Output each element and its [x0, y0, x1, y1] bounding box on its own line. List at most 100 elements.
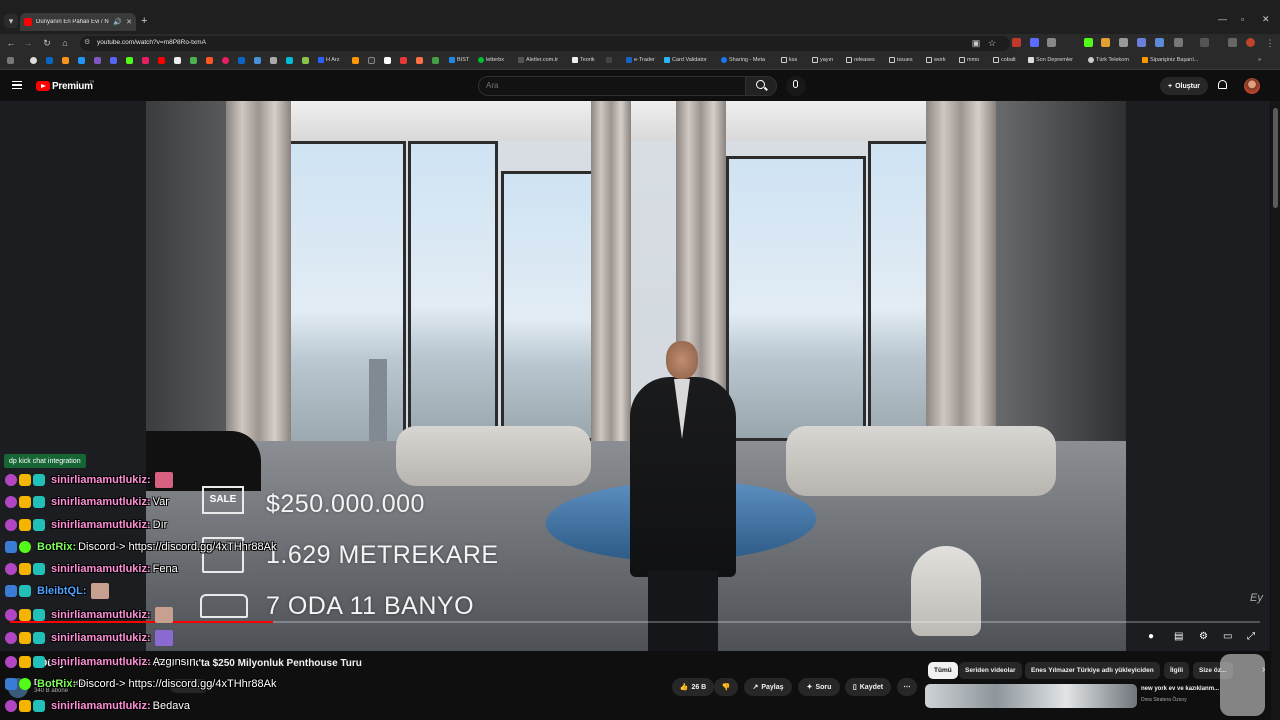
- youtube-logo-icon[interactable]: [36, 81, 50, 91]
- extension-icon[interactable]: [1119, 38, 1128, 47]
- bookmark-teorik[interactable]: Teorik: [572, 57, 595, 63]
- browser-menu-icon[interactable]: ⋮: [1264, 38, 1276, 49]
- more-actions-button[interactable]: ⋯: [897, 678, 917, 696]
- forward-icon[interactable]: →: [22, 38, 34, 48]
- bookmark-icon[interactable]: [416, 57, 423, 64]
- bookmark-card-validator[interactable]: Card Validator: [664, 57, 707, 63]
- bookmark-yt[interactable]: [606, 57, 612, 63]
- tab-audio-icon[interactable]: 🔊: [113, 18, 122, 26]
- channel-watermark[interactable]: Ey: [1250, 592, 1263, 604]
- x-icon[interactable]: [174, 57, 181, 64]
- home-icon[interactable]: ⌂: [59, 38, 71, 48]
- site-info-icon[interactable]: ⚙: [84, 38, 90, 46]
- apps-icon[interactable]: [7, 57, 14, 64]
- bookmark-letterbx[interactable]: letterbx: [478, 57, 504, 63]
- bookmark-folder-kss[interactable]: kss: [781, 57, 797, 63]
- back-icon[interactable]: ←: [5, 38, 17, 48]
- bookmark-e-trader[interactable]: e-Trader: [626, 57, 655, 63]
- chip-series[interactable]: Seriden videolar: [959, 662, 1022, 679]
- tab-search-button[interactable]: ▾: [4, 14, 18, 28]
- side-panel-icon[interactable]: [1200, 38, 1209, 47]
- minimize-window-icon[interactable]: —: [1218, 14, 1227, 24]
- bookmark-turk-telekom[interactable]: Türk Telekom: [1088, 57, 1129, 63]
- install-app-icon[interactable]: ▣: [970, 38, 982, 49]
- chip-all[interactable]: Tümü: [928, 662, 958, 679]
- bookmark-icon[interactable]: [78, 57, 85, 64]
- bookmark-icon[interactable]: [190, 57, 197, 64]
- bookmark-icon[interactable]: [352, 57, 359, 64]
- ask-button[interactable]: ✦ Soru: [798, 678, 840, 696]
- recommended-channel[interactable]: Dora Stratera Özsoy: [1141, 697, 1187, 703]
- youtube-premium-logo[interactable]: Premium: [52, 81, 93, 92]
- chip-uploader[interactable]: Enes Yılmazer Türkiye adlı yükleyiciden: [1025, 662, 1160, 679]
- menu-icon[interactable]: [12, 81, 22, 89]
- save-button[interactable]: ▯ Kaydet: [845, 678, 891, 696]
- bookmark-folder-mmo[interactable]: mmo: [959, 57, 979, 63]
- share-button[interactable]: ↗ Paylaş: [744, 678, 792, 696]
- maximize-window-icon[interactable]: ▫: [1241, 14, 1244, 24]
- bookmark-icon[interactable]: [400, 57, 407, 64]
- notifications-bell-icon[interactable]: [1218, 80, 1227, 89]
- bookmark-folder-cobalt[interactable]: cobalt: [993, 57, 1016, 63]
- new-tab-button[interactable]: +: [141, 15, 147, 27]
- bookmark-icon[interactable]: [432, 57, 439, 64]
- bookmark-icon[interactable]: [94, 57, 101, 64]
- bookmark-folder-yayin[interactable]: yayın: [812, 57, 833, 63]
- search-input[interactable]: [486, 81, 736, 90]
- chip-related[interactable]: İlgili: [1164, 662, 1189, 679]
- autoplay-toggle-icon[interactable]: ●: [1148, 631, 1154, 642]
- like-button[interactable]: 👍 26 B: [672, 678, 714, 696]
- bookmark-siparisiniz[interactable]: Siparişiniz Başarıl...: [1142, 57, 1198, 63]
- bookmark-star-icon[interactable]: ☆: [986, 38, 998, 49]
- extension-icon[interactable]: [1030, 38, 1039, 47]
- linkedin-icon[interactable]: [46, 57, 53, 64]
- subtitles-icon[interactable]: ▤: [1174, 631, 1183, 642]
- linkedin-icon[interactable]: [238, 57, 245, 64]
- extension-icon[interactable]: [1228, 38, 1237, 47]
- address-bar[interactable]: [80, 36, 1010, 51]
- bookmark-icon[interactable]: [302, 57, 309, 64]
- extension-icon[interactable]: [1084, 38, 1093, 47]
- account-avatar[interactable]: [1244, 78, 1260, 94]
- bookmark-icon[interactable]: [206, 57, 213, 64]
- create-button[interactable]: + Oluştur: [1160, 77, 1208, 95]
- extension-icon[interactable]: [1155, 38, 1164, 47]
- extension-icon[interactable]: [1101, 38, 1110, 47]
- settings-gear-icon[interactable]: ⚙: [1199, 631, 1208, 642]
- bookmark-son-depremler[interactable]: Son Depremler: [1028, 57, 1073, 63]
- bookmark-h-arz[interactable]: H Arz: [318, 57, 339, 63]
- url-text[interactable]: youtube.com/watch?v=m8P8Ro-txmA: [97, 39, 206, 46]
- github-icon[interactable]: [30, 57, 37, 64]
- bookmark-icon[interactable]: [368, 57, 375, 64]
- page-scroll-thumb[interactable]: [1273, 108, 1278, 208]
- bookmark-folder-work[interactable]: work: [926, 57, 946, 63]
- extension-icon[interactable]: [1137, 38, 1146, 47]
- reload-icon[interactable]: ↻: [41, 38, 53, 49]
- bookmark-aletler[interactable]: Aletler.com.tr: [518, 57, 558, 63]
- tiktok-icon[interactable]: [384, 57, 391, 64]
- bookmark-icon[interactable]: [142, 57, 149, 64]
- dislike-button[interactable]: 👎: [714, 678, 738, 696]
- bookmark-icon[interactable]: [110, 57, 117, 64]
- youtube-icon[interactable]: [158, 57, 165, 64]
- recommended-thumbnail[interactable]: [925, 684, 1137, 708]
- bookmark-bist[interactable]: BIST: [449, 57, 469, 63]
- bookmark-icon[interactable]: [286, 57, 293, 64]
- bookmark-icon[interactable]: [254, 57, 261, 64]
- bookmark-icon[interactable]: [222, 57, 229, 64]
- extension-icon[interactable]: [1012, 38, 1021, 47]
- kick-icon[interactable]: [126, 57, 133, 64]
- video-player[interactable]: SALE $250.000.000 1.629 METREKARE 7 ODA …: [0, 101, 1270, 651]
- search-icon[interactable]: [756, 80, 765, 89]
- bookmarks-overflow-icon[interactable]: »: [1258, 57, 1261, 63]
- bookmark-icon[interactable]: [62, 57, 69, 64]
- browser-tab-active[interactable]: Dünyanın En Pahalı Evi / New York 🔊 ✕: [20, 13, 136, 31]
- video-progress-bar[interactable]: [10, 621, 1260, 623]
- recommended-title[interactable]: new york ev ve kazıklanm...: [1141, 686, 1219, 692]
- bookmark-folder-issues[interactable]: issues: [889, 57, 913, 63]
- extension-icon[interactable]: [1047, 38, 1056, 47]
- microphone-icon[interactable]: [793, 80, 798, 88]
- bookmark-sharing-meta[interactable]: Sharing - Meta: [721, 57, 765, 63]
- tab-close-icon[interactable]: ✕: [126, 18, 132, 26]
- fullscreen-icon[interactable]: ⤢: [1247, 631, 1255, 642]
